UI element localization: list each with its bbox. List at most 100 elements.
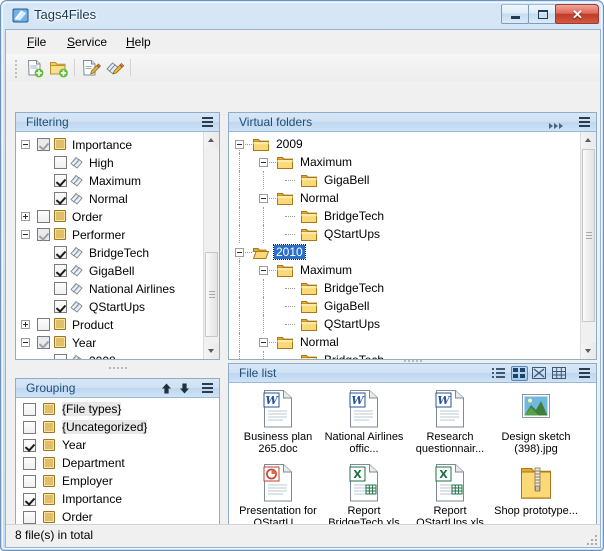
filter-tree-row[interactable]: Normal (16, 189, 219, 207)
filter-checkbox[interactable] (37, 336, 50, 349)
minimize-button[interactable] (501, 4, 529, 24)
virtual-folders-tree[interactable]: 2009 Maximum GigaBell Normal BridgeTech QStar… (229, 132, 596, 359)
filter-tree-row[interactable]: National Airlines (16, 279, 219, 297)
arrow-up-icon[interactable] (160, 382, 173, 395)
filter-tree-row[interactable]: Order (16, 207, 219, 225)
filter-tree-row[interactable]: Performer (16, 225, 219, 243)
new-file-button[interactable] (24, 58, 46, 78)
filter-tree-row[interactable]: Maximum (16, 171, 219, 189)
filtering-tree[interactable]: Importance High Maximum Normal Order Performe… (16, 132, 219, 359)
close-button[interactable]: ✕ (555, 4, 599, 24)
grouping-checkbox[interactable] (23, 439, 36, 452)
filter-checkbox[interactable] (54, 282, 67, 295)
view-icons-icon[interactable] (511, 366, 528, 381)
hamburger-icon[interactable] (202, 117, 213, 128)
filter-tree-row[interactable]: BridgeTech (16, 243, 219, 261)
file-item[interactable]: W Research questionnair... (407, 389, 493, 463)
collapse-icon[interactable] (21, 140, 30, 149)
grouping-list-item[interactable]: Importance (16, 490, 219, 508)
left-splitter[interactable] (15, 363, 220, 373)
filter-checkbox[interactable] (54, 174, 67, 187)
collapse-icon[interactable] (259, 158, 268, 167)
grouping-checkbox[interactable] (23, 475, 36, 488)
collapse-icon[interactable] (259, 266, 268, 275)
grouping-list-item[interactable]: {File types} (16, 400, 219, 418)
filter-checkbox[interactable] (37, 318, 50, 331)
menu-service[interactable]: Service (60, 34, 114, 51)
filter-checkbox[interactable] (54, 354, 67, 359)
filter-tree-row[interactable]: Product (16, 315, 219, 333)
grouping-checkbox[interactable] (23, 403, 36, 416)
filter-tree-row[interactable]: GigaBell (16, 261, 219, 279)
hamburger-icon[interactable] (579, 117, 590, 128)
file-grid[interactable]: W Business plan 265.doc W National Airlines… (229, 383, 596, 543)
filter-checkbox[interactable] (37, 138, 50, 151)
arrow-down-icon[interactable] (178, 382, 191, 395)
view-details-icon[interactable] (551, 366, 568, 381)
collapse-icon[interactable] (21, 338, 30, 347)
grouping-list-item[interactable]: Employer (16, 472, 219, 490)
scroll-up-icon[interactable] (204, 132, 219, 148)
view-thumbnails-icon[interactable] (531, 366, 548, 381)
grouping-list[interactable]: {File types} {Uncategorized} Year Departmen… (16, 398, 219, 543)
virtual-folder-row[interactable]: 2009 (229, 135, 596, 153)
grouping-checkbox[interactable] (23, 457, 36, 470)
filter-checkbox[interactable] (37, 228, 50, 241)
hamburger-icon[interactable] (579, 368, 590, 379)
filter-tree-row[interactable]: High (16, 153, 219, 171)
collapse-icon[interactable] (235, 248, 244, 257)
scroll-thumb[interactable] (582, 149, 595, 322)
new-folder-button[interactable] (48, 58, 70, 78)
grouping-list-item[interactable]: {Uncategorized} (16, 418, 219, 436)
collapse-icon[interactable] (259, 194, 268, 203)
grouping-checkbox[interactable] (23, 421, 36, 434)
grouping-checkbox[interactable] (23, 493, 36, 506)
grouping-checkbox[interactable] (23, 511, 36, 524)
collapse-icon[interactable] (21, 230, 30, 239)
maximize-button[interactable] (528, 4, 556, 24)
virtual-folder-row[interactable]: 2010 (229, 243, 596, 261)
edit-tag-button[interactable] (104, 58, 126, 78)
scroll-down-icon[interactable] (204, 343, 219, 359)
file-item[interactable]: W Business plan 265.doc (235, 389, 321, 463)
expand-icon[interactable] (21, 320, 30, 329)
virtual-folder-row[interactable]: QStartUps (229, 225, 596, 243)
scroll-thumb[interactable] (205, 252, 218, 337)
filter-tree-row[interactable]: Importance (16, 135, 219, 153)
filter-checkbox[interactable] (37, 210, 50, 223)
virtual-folder-row[interactable]: Maximum (229, 153, 596, 171)
virtual-folder-row[interactable]: QStartUps (229, 315, 596, 333)
virtual-folder-row[interactable]: GigaBell (229, 171, 596, 189)
grouping-list-item[interactable]: Department (16, 454, 219, 472)
virtual-folder-row[interactable]: BridgeTech (229, 207, 596, 225)
expand-icon[interactable] (21, 212, 30, 221)
collapse-icon[interactable] (259, 338, 268, 347)
filter-checkbox[interactable] (54, 156, 67, 169)
menu-help[interactable]: Help (119, 34, 158, 51)
scroll-up-icon[interactable] (581, 132, 596, 148)
filter-checkbox[interactable] (54, 300, 67, 313)
filter-tree-row[interactable]: 2008 (16, 351, 219, 359)
hamburger-icon[interactable] (202, 383, 213, 394)
collapse-icon[interactable] (235, 140, 244, 149)
view-list-icon[interactable] (491, 366, 508, 381)
menu-file[interactable]: File (20, 34, 53, 51)
virtual-folder-row[interactable]: GigaBell (229, 297, 596, 315)
triple-arrow-icon[interactable] (548, 119, 566, 129)
filter-checkbox[interactable] (54, 246, 67, 259)
toolbar-grip[interactable] (15, 60, 18, 78)
file-item[interactable]: Design sketch (398).jpg (493, 389, 579, 463)
virtual-folder-row[interactable]: Normal (229, 189, 596, 207)
file-item[interactable]: W National Airlines offic... (321, 389, 407, 463)
grouping-list-item[interactable]: Year (16, 436, 219, 454)
virtual-folder-row[interactable]: BridgeTech (229, 279, 596, 297)
resize-grip[interactable] (585, 533, 597, 545)
virtual-folders-scrollbar[interactable] (580, 132, 596, 359)
virtual-folder-row[interactable]: Maximum (229, 261, 596, 279)
filter-checkbox[interactable] (54, 264, 67, 277)
filter-checkbox[interactable] (54, 192, 67, 205)
filter-tree-row[interactable]: Year (16, 333, 219, 351)
edit-file-button[interactable] (80, 58, 102, 78)
virtual-folder-row[interactable]: Normal (229, 333, 596, 351)
filter-tree-row[interactable]: QStartUps (16, 297, 219, 315)
